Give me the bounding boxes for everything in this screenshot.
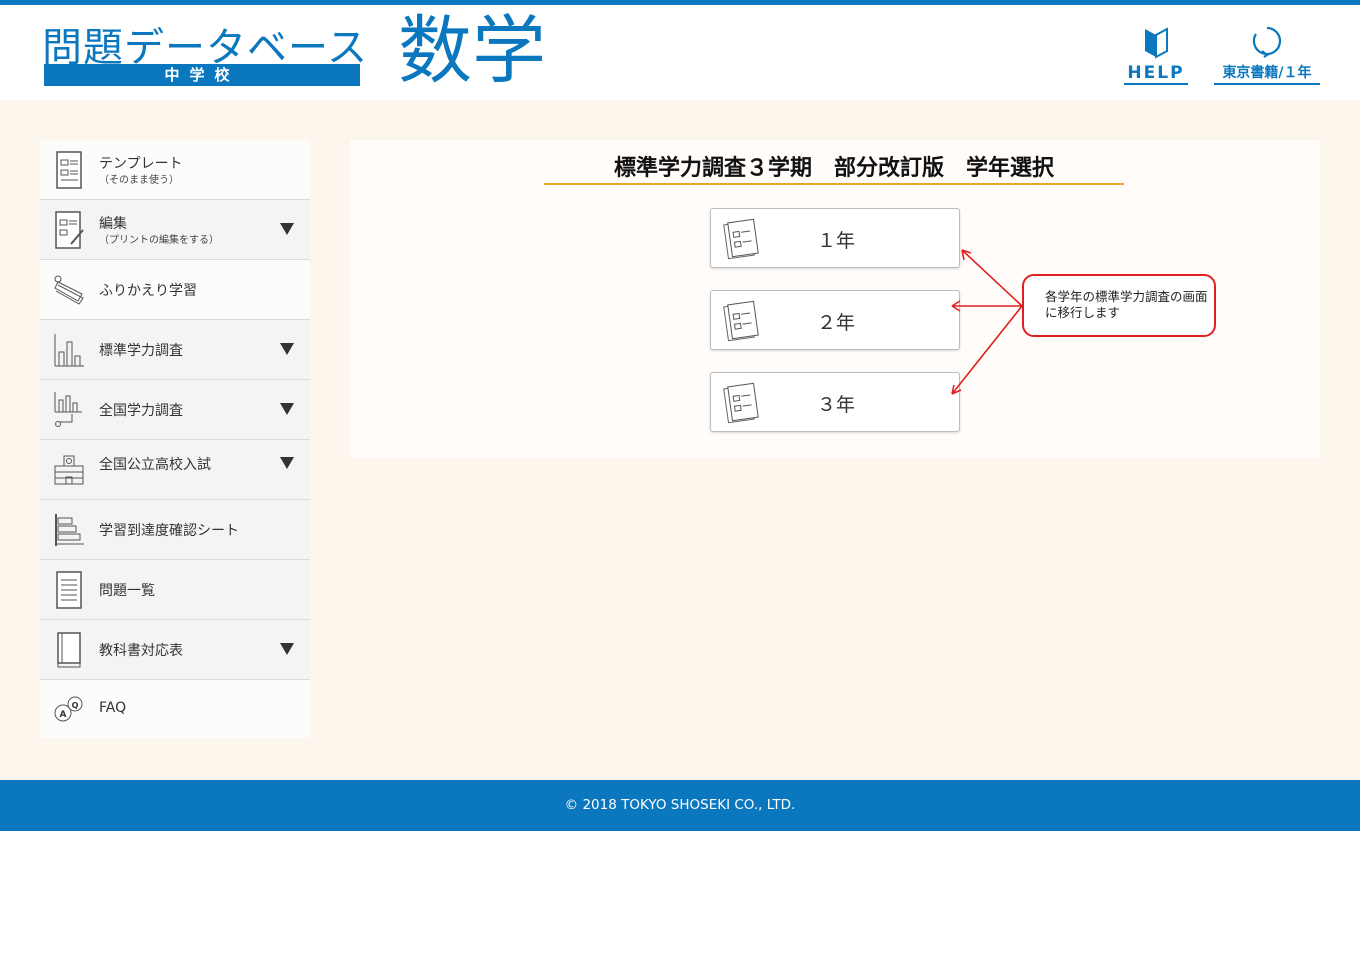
expand-arrow-icon bbox=[280, 403, 294, 415]
svg-text:Q: Q bbox=[72, 701, 79, 710]
header: 問題データベース 中学校 数学 HELP 東京書籍/１年 bbox=[0, 5, 1360, 100]
worksheet-icon bbox=[723, 382, 759, 424]
sidebar-item-highschool-entrance[interactable]: 全国公立高校入試 bbox=[40, 440, 310, 500]
sidebar-item-label: ふりかえり学習 bbox=[99, 283, 197, 299]
textbook-icon bbox=[57, 632, 81, 668]
grade-2-button[interactable]: ２年 bbox=[710, 290, 960, 350]
page-title: 標準学力調査３学期 部分改訂版 学年選択 bbox=[544, 152, 1124, 185]
edit-icon bbox=[55, 211, 84, 249]
school-building-icon bbox=[54, 455, 84, 485]
footer-copyright: © 2018 TOKYO SHOSEKI CO., LTD. bbox=[0, 780, 1360, 831]
subject-title: 数学 bbox=[398, 8, 546, 94]
grade-1-button[interactable]: １年 bbox=[710, 208, 960, 268]
document-list-icon bbox=[56, 571, 82, 609]
worksheet-icon bbox=[723, 300, 759, 342]
sidebar-item-sublabel: （そのまま使う） bbox=[99, 175, 179, 186]
sidebar-item-label: 標準学力調査 bbox=[99, 343, 183, 359]
sidebar-item-label: 学習到達度確認シート bbox=[99, 523, 239, 539]
flashcard-icon bbox=[54, 275, 84, 305]
sidebar-item-faq[interactable]: A Q FAQ bbox=[40, 680, 310, 738]
textbook-selector-link[interactable]: 東京書籍/１年 bbox=[1214, 23, 1320, 85]
sidebar-item-label: FAQ bbox=[99, 700, 127, 716]
grade-3-button[interactable]: ３年 bbox=[710, 372, 960, 432]
sidebar-item-problem-list[interactable]: 問題一覧 bbox=[40, 560, 310, 620]
svg-text:A: A bbox=[60, 710, 67, 720]
logo-school-band: 中学校 bbox=[44, 64, 360, 86]
sidebar-item-review[interactable]: ふりかえり学習 bbox=[40, 260, 310, 320]
qa-bubbles-icon: A Q bbox=[54, 696, 83, 722]
grade-label: １年 bbox=[816, 230, 855, 252]
sidebar-item-label: 問題一覧 bbox=[99, 583, 155, 599]
sidebar-item-sublabel: （プリントの編集をする） bbox=[99, 235, 219, 246]
help-link[interactable]: HELP bbox=[1124, 23, 1188, 85]
grade-selection-panel: 標準学力調査３学期 部分改訂版 学年選択 １年 ２年 ３年 各学年の標準学力調査… bbox=[350, 140, 1320, 458]
sidebar-menu: テンプレート （そのまま使う） 編集 （プリントの編集をする） ふりかえり学習 bbox=[40, 140, 310, 738]
sidebar-item-label: テンプレート bbox=[99, 156, 183, 172]
sidebar-item-template[interactable]: テンプレート （そのまま使う） bbox=[40, 140, 310, 200]
expand-arrow-icon bbox=[280, 223, 294, 235]
chart-pointer-icon bbox=[54, 392, 82, 427]
grade-label: ２年 bbox=[816, 312, 855, 334]
worksheet-icon bbox=[723, 218, 759, 260]
beginner-mark-icon bbox=[1145, 27, 1168, 59]
expand-arrow-icon bbox=[280, 457, 294, 469]
sidebar-item-achievement-sheet[interactable]: 学習到達度確認シート bbox=[40, 500, 310, 560]
template-icon bbox=[56, 151, 82, 189]
textbook-label: 東京書籍/１年 bbox=[1222, 65, 1312, 81]
sidebar-item-label: 教科書対応表 bbox=[99, 643, 183, 659]
bar-chart-icon bbox=[54, 334, 84, 367]
content-area: テンプレート （そのまま使う） 編集 （プリントの編集をする） ふりかえり学習 bbox=[0, 100, 1360, 780]
checksheet-icon bbox=[55, 514, 84, 546]
grade-label: ３年 bbox=[816, 394, 855, 416]
sidebar-item-label: 編集 bbox=[99, 216, 127, 232]
expand-arrow-icon bbox=[280, 643, 294, 655]
sidebar-item-label: 全国公立高校入試 bbox=[99, 457, 211, 473]
sidebar-item-standard-test[interactable]: 標準学力調査 bbox=[40, 320, 310, 380]
sidebar-item-national-test[interactable]: 全国学力調査 bbox=[40, 380, 310, 440]
refresh-icon bbox=[1252, 26, 1282, 58]
sidebar-item-edit[interactable]: 編集 （プリントの編集をする） bbox=[40, 200, 310, 260]
expand-arrow-icon bbox=[280, 343, 294, 355]
sidebar-item-label: 全国学力調査 bbox=[99, 403, 183, 419]
help-label: HELP bbox=[1127, 63, 1185, 83]
annotation-callout: 各学年の標準学力調査の画面に移行します bbox=[1022, 274, 1216, 337]
sidebar-item-textbook-table[interactable]: 教科書対応表 bbox=[40, 620, 310, 680]
